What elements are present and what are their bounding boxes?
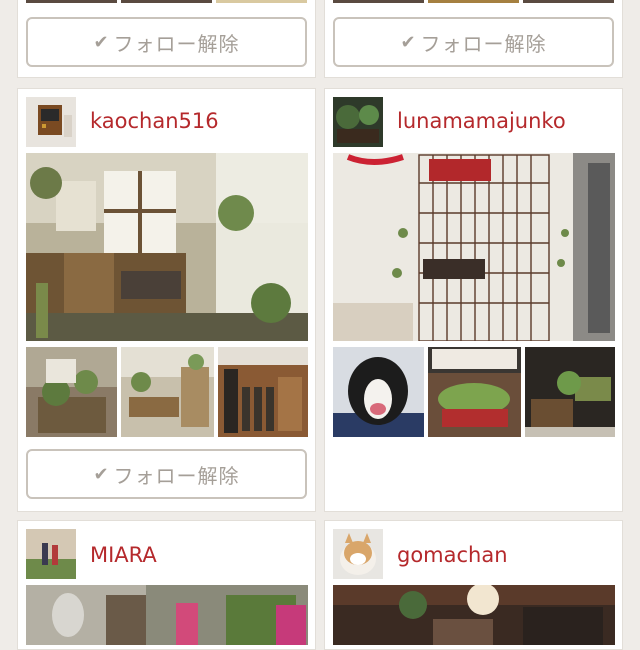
username[interactable]: lunamamajunko — [397, 109, 566, 133]
avatar[interactable] — [26, 97, 76, 147]
username[interactable]: kaochan516 — [90, 109, 219, 133]
avatar[interactable] — [26, 529, 76, 579]
unfollow-button-label: フォロー解除 — [113, 31, 240, 56]
unfollow-button-label: フォロー解除 — [113, 463, 240, 488]
main-photo[interactable] — [26, 585, 308, 645]
user-card-top-left: ✔ フォロー解除 — [17, 0, 316, 78]
user-card-kaochan516: kaochan516 ✔ フォロー解除 — [17, 88, 316, 512]
unfollow-button[interactable]: ✔ フォロー解除 — [26, 449, 307, 499]
user-card-top-right: ✔ フォロー解除 — [324, 0, 623, 78]
unfollow-button[interactable]: ✔ フォロー解除 — [26, 17, 307, 67]
thumbnail-2[interactable] — [428, 347, 521, 437]
unfollow-button-label: フォロー解除 — [420, 31, 547, 56]
user-card-gomachan: gomachan — [324, 520, 623, 650]
check-icon: ✔ — [93, 463, 110, 485]
thumbnail-3[interactable] — [218, 347, 308, 437]
main-photo[interactable] — [26, 153, 308, 341]
thumbnail-3[interactable] — [525, 347, 615, 437]
main-photo[interactable] — [333, 153, 615, 341]
check-icon: ✔ — [93, 31, 110, 53]
main-photo[interactable] — [333, 585, 615, 645]
photo-strip — [26, 0, 307, 3]
user-card-miara: MIARA — [17, 520, 316, 650]
avatar-image — [26, 529, 76, 579]
avatar-image — [333, 97, 383, 147]
avatar-image — [26, 97, 76, 147]
username[interactable]: MIARA — [90, 543, 157, 567]
thumbnail-1[interactable] — [333, 347, 424, 437]
photo-strip — [333, 0, 614, 3]
username[interactable]: gomachan — [397, 543, 508, 567]
user-card-lunamamajunko: lunamamajunko — [324, 88, 623, 512]
check-icon: ✔ — [400, 31, 417, 53]
avatar-image — [333, 529, 383, 579]
thumbnail-2[interactable] — [121, 347, 214, 437]
unfollow-button[interactable]: ✔ フォロー解除 — [333, 17, 614, 67]
avatar[interactable] — [333, 529, 383, 579]
thumbnail-1[interactable] — [26, 347, 117, 437]
avatar[interactable] — [333, 97, 383, 147]
